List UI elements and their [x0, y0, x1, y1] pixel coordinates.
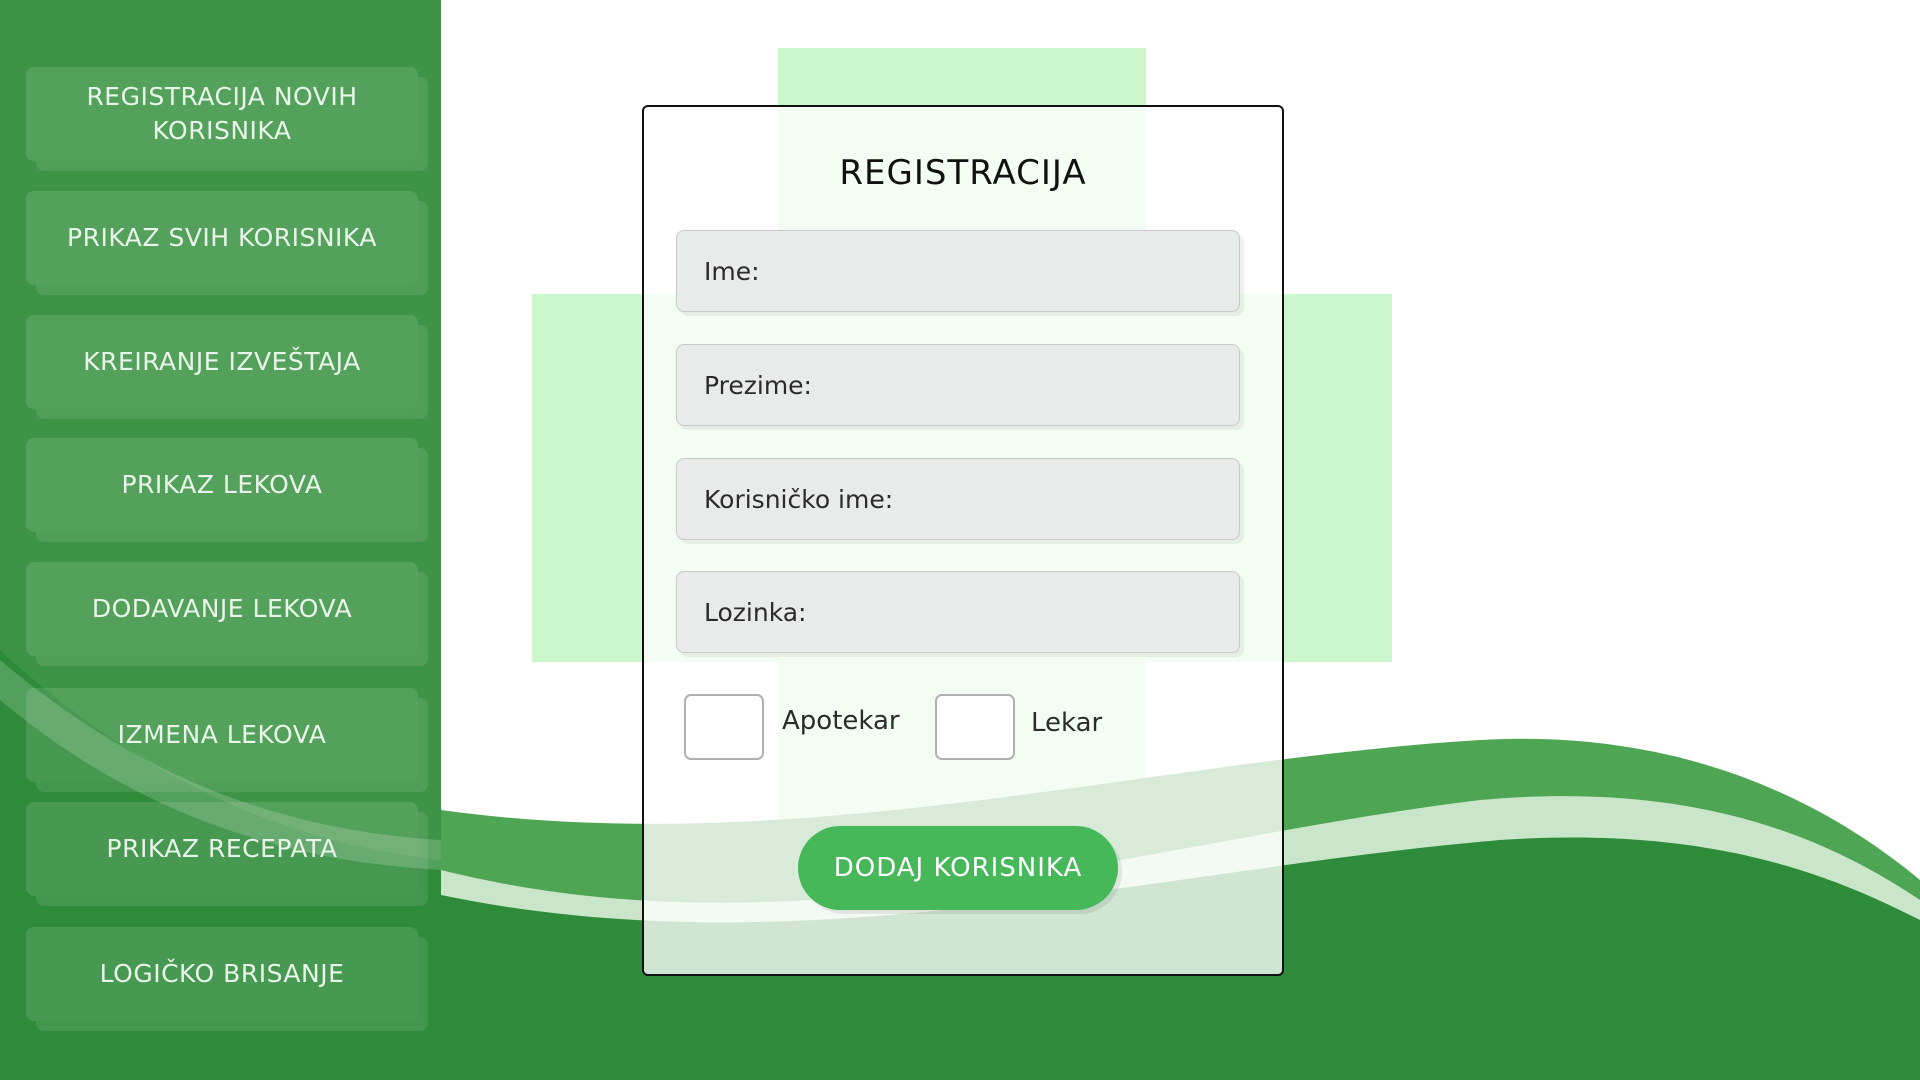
pharmacist-checkbox[interactable] [684, 694, 764, 760]
sidebar-item-label: IZMENA LEKOVA [117, 720, 327, 749]
sidebar-item-register-users[interactable]: REGISTRACIJA NOVIH KORISNIKA [26, 67, 418, 161]
add-user-button[interactable]: DODAJ KORISNIKA [798, 826, 1118, 910]
sidebar-wave-decoration [0, 650, 441, 1080]
pharmacist-label: Apotekar [782, 706, 900, 736]
doctor-checkbox[interactable] [935, 694, 1015, 760]
sidebar-item-label: PRIKAZ SVIH KORISNIKA [67, 223, 377, 252]
sidebar-item-prescriptions[interactable]: PRIKAZ RECEPATA [26, 802, 418, 896]
sidebar-item-add-medicines[interactable]: DODAVANJE LEKOVA [26, 562, 418, 656]
sidebar-item-all-users[interactable]: PRIKAZ SVIH KORISNIKA [26, 191, 418, 285]
username-field[interactable]: Korisničko ime: [676, 458, 1240, 540]
sidebar-item-label: PRIKAZ RECEPATA [106, 834, 338, 863]
password-label: Lozinka: [704, 597, 807, 627]
sidebar-item-edit-medicines[interactable]: IZMENA LEKOVA [26, 688, 418, 782]
password-field[interactable]: Lozinka: [676, 571, 1240, 653]
sidebar-item-label: REGISTRACIJA NOVIH KORISNIKA [86, 82, 358, 145]
sidebar: REGISTRACIJA NOVIH KORISNIKA PRIKAZ SVIH… [0, 0, 441, 1080]
sidebar-item-label: KREIRANJE IZVEŠTAJA [83, 347, 361, 376]
sidebar-item-label: LOGIČKO BRISANJE [99, 959, 345, 988]
sidebar-item-create-report[interactable]: KREIRANJE IZVEŠTAJA [26, 315, 418, 409]
doctor-label: Lekar [1031, 708, 1103, 738]
first-name-field[interactable]: Ime: [676, 230, 1240, 312]
last-name-field[interactable]: Prezime: [676, 344, 1240, 426]
registration-form: REGISTRACIJA Ime: Prezime: Korisničko im… [642, 105, 1284, 976]
sidebar-item-label: DODAVANJE LEKOVA [91, 594, 353, 623]
sidebar-item-list-medicines[interactable]: PRIKAZ LEKOVA [26, 438, 418, 532]
last-name-label: Prezime: [704, 370, 812, 400]
form-title: REGISTRACIJA [839, 153, 1087, 193]
username-label: Korisničko ime: [704, 484, 894, 514]
sidebar-item-label: PRIKAZ LEKOVA [121, 470, 323, 499]
first-name-label: Ime: [704, 256, 760, 286]
sidebar-item-logical-delete[interactable]: LOGIČKO BRISANJE [26, 927, 418, 1021]
